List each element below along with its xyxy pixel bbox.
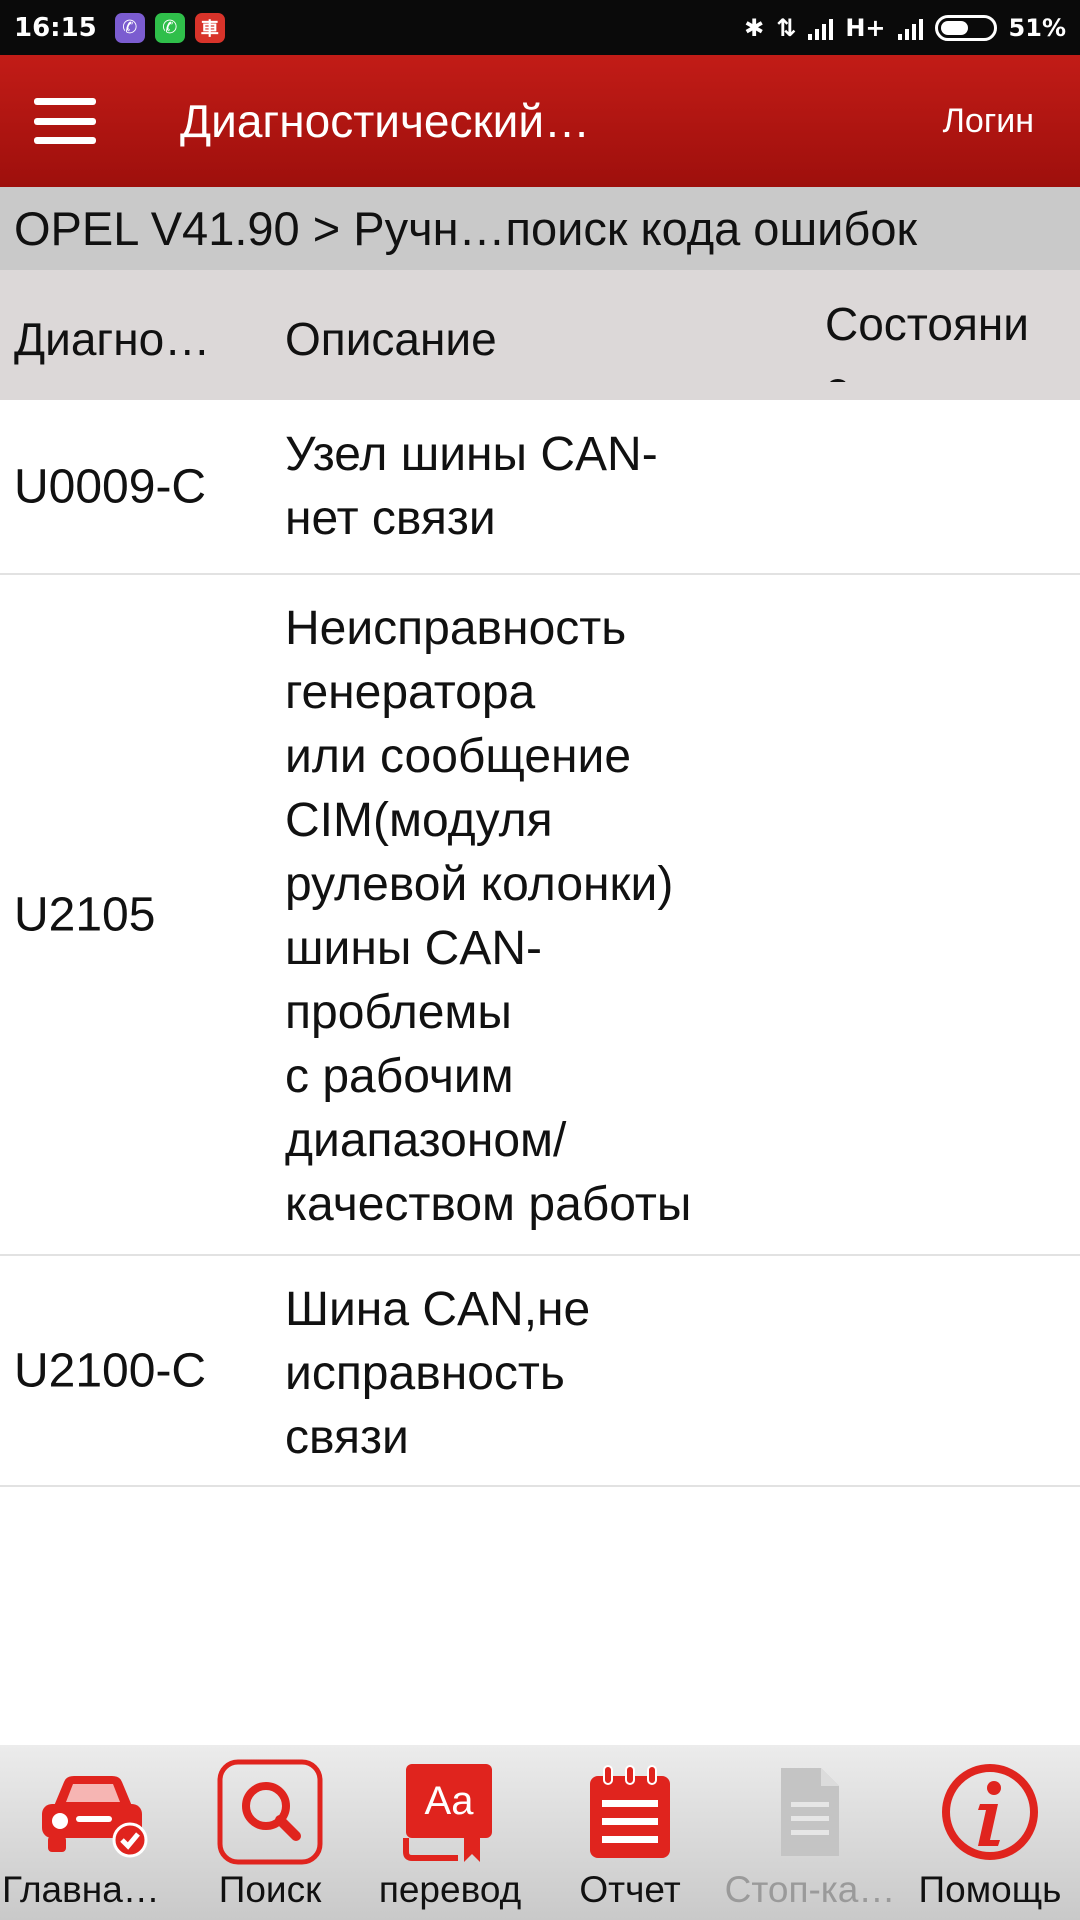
fault-code: U2105 bbox=[14, 888, 156, 941]
column-header-status[interactable]: Состояние bbox=[825, 292, 1035, 382]
table-row[interactable]: U0009-C Узел шины CAN- нет связи bbox=[0, 400, 1080, 575]
nav-translate-label: перевод bbox=[378, 1869, 522, 1910]
network-type: H+ bbox=[845, 13, 886, 42]
menu-button[interactable] bbox=[0, 55, 130, 187]
nav-freeze-frame[interactable]: Стоп-ка… bbox=[720, 1745, 900, 1920]
status-bar: 16:15 ✆ ✆ 車 ✱ ⇅ H+ 51% bbox=[0, 0, 1080, 55]
column-header-description[interactable]: Описание bbox=[285, 312, 497, 366]
nav-home-label: Главная… bbox=[2, 1869, 178, 1910]
fault-description: Шина CAN,не исправность связи bbox=[285, 1283, 591, 1464]
app-title: Диагностический… bbox=[180, 95, 591, 147]
report-icon bbox=[570, 1757, 690, 1867]
whatsapp-notification-icon: ✆ bbox=[154, 12, 185, 43]
bottom-navigation: Главная… Поиск Aa перевод Отчет Стоп-ка…… bbox=[0, 1745, 1080, 1920]
fault-description: Неисправность генератора или сообщение C… bbox=[285, 602, 692, 1231]
nav-search[interactable]: Поиск bbox=[180, 1745, 360, 1920]
fault-code: U2100-C bbox=[14, 1344, 207, 1397]
fault-code: U0009-C bbox=[14, 460, 207, 513]
table-header: Диагно… Описание Состояние bbox=[0, 270, 1080, 400]
nav-report-label: Отчет bbox=[579, 1869, 681, 1910]
column-header-code[interactable]: Диагно… bbox=[14, 312, 210, 366]
status-indicators: ✱ ⇅ H+ 51% bbox=[744, 14, 1066, 42]
viber-notification-icon: ✆ bbox=[114, 12, 145, 43]
nav-report[interactable]: Отчет bbox=[540, 1745, 720, 1920]
table-row[interactable]: U2105 Неисправность генератора или сообщ… bbox=[0, 575, 1080, 1256]
info-icon bbox=[930, 1757, 1050, 1867]
fault-description: Узел шины CAN- нет связи bbox=[285, 428, 658, 545]
nav-help[interactable]: Помощь bbox=[900, 1745, 1080, 1920]
signal-icon-2 bbox=[897, 16, 923, 40]
battery-percent: 51% bbox=[1008, 13, 1066, 42]
nav-help-label: Помощь bbox=[918, 1869, 1062, 1910]
car-check-icon bbox=[30, 1757, 150, 1867]
table-row[interactable]: U2100-C Шина CAN,не исправность связи bbox=[0, 1256, 1080, 1487]
car-app-notification-icon: 車 bbox=[194, 12, 225, 43]
login-button[interactable]: Логин bbox=[943, 102, 1034, 141]
status-time: 16:15 bbox=[14, 12, 97, 43]
data-transfer-icon: ⇅ bbox=[776, 13, 797, 42]
search-icon bbox=[210, 1757, 330, 1867]
nav-translate[interactable]: Aa перевод bbox=[360, 1745, 540, 1920]
translate-icon: Aa bbox=[390, 1757, 510, 1867]
document-icon bbox=[750, 1757, 870, 1867]
nav-freeze-frame-label: Стоп-ка… bbox=[724, 1869, 896, 1910]
svg-text:Aa: Aa bbox=[425, 1779, 475, 1823]
nav-search-label: Поиск bbox=[218, 1869, 322, 1910]
app-bar: Диагностический… Логин bbox=[0, 55, 1080, 187]
nav-home[interactable]: Главная… bbox=[0, 1745, 180, 1920]
bluetooth-icon: ✱ bbox=[744, 13, 765, 42]
signal-icon bbox=[808, 16, 834, 40]
breadcrumb: OPEL V41.90 > Ручн…поиск кода ошибок bbox=[0, 187, 1080, 270]
battery-icon bbox=[934, 14, 997, 41]
hamburger-menu-icon bbox=[34, 98, 96, 144]
